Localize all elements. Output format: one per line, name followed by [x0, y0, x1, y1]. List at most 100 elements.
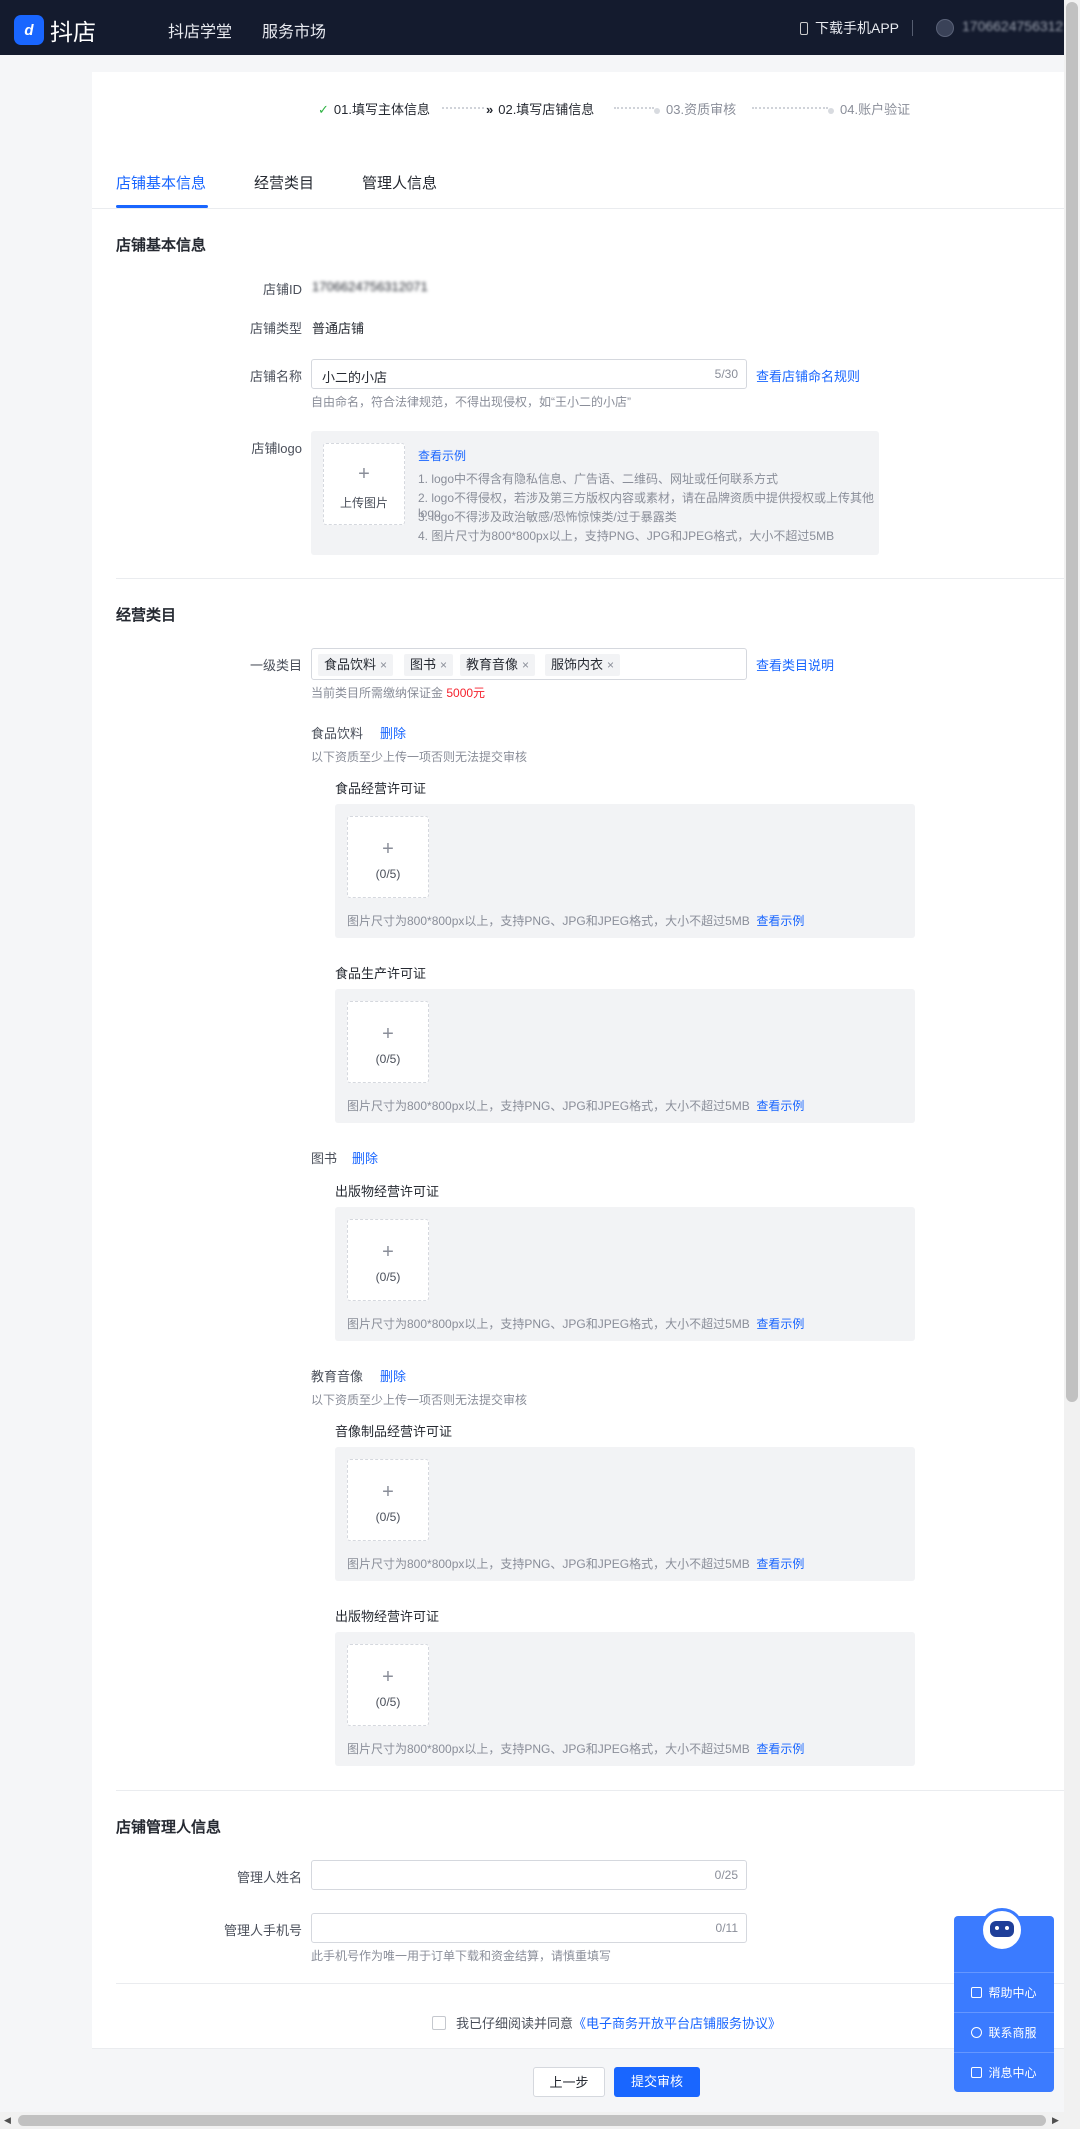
manager-phone-input[interactable]: 0/11	[311, 1913, 747, 1943]
plus-icon: +	[382, 1481, 394, 1503]
step-connector	[752, 107, 828, 109]
license-title: 出版物经营许可证	[335, 1184, 440, 1199]
upload-count: (0/5)	[375, 867, 401, 881]
license-example-link[interactable]: 查看示例	[756, 1557, 804, 1571]
license-spec: 图片尺寸为800*800px以上，支持PNG、JPG和JPEG格式，大小不超过5…	[347, 1099, 805, 1113]
tab-category[interactable]: 经营类目	[254, 172, 314, 193]
manager-name-input[interactable]: 0/25	[311, 1860, 747, 1890]
shop-name-label: 店铺名称	[249, 369, 302, 384]
logo-rule-4: 4. 图片尺寸为800*800px以上，支持PNG、JPG和JPEG格式，大小不…	[418, 529, 835, 543]
nav-item-academy[interactable]: 抖店学堂	[168, 18, 232, 42]
agreement-text: 我已仔细阅读并同意	[456, 2016, 574, 2031]
section-divider	[116, 1790, 1064, 1791]
at-least-one-hint: 以下资质至少上传一项否则无法提交审核	[311, 1393, 528, 1407]
help-center-button[interactable]: 帮助中心	[954, 1972, 1054, 2012]
manager-phone-hint: 此手机号作为唯一用于订单下载和资金结算，请慎重填写	[311, 1949, 612, 1963]
category-group-name: 教育音像	[311, 1369, 364, 1384]
logo-example-link[interactable]: 查看示例	[418, 447, 466, 464]
license-example-link[interactable]: 查看示例	[756, 1742, 804, 1756]
category-tag: 图书 ×	[404, 654, 454, 676]
download-app-link[interactable]: 下载手机APP	[800, 18, 899, 38]
headset-icon	[971, 2027, 983, 2038]
double-chevron-right-icon: »	[486, 102, 494, 117]
submit-review-button[interactable]: 提交审核	[614, 2067, 700, 2097]
level1-category-label: 一级类目	[249, 658, 302, 673]
check-icon: ✓	[318, 102, 329, 117]
header-divider	[912, 20, 913, 36]
shop-logo-label: 店铺logo	[251, 441, 302, 456]
deposit-hint: 当前类目所需缴纳保证金 5000元	[311, 686, 486, 700]
section-divider	[116, 578, 1064, 579]
logo[interactable]: d 抖店	[14, 13, 96, 47]
category-group-name: 图书	[311, 1151, 338, 1166]
close-icon[interactable]: ×	[380, 658, 387, 672]
logo-uploader[interactable]: + 上传图片	[323, 443, 405, 525]
upload-count: (0/5)	[375, 1052, 401, 1066]
license-uploader[interactable]: + (0/5)	[347, 1644, 429, 1726]
license-uploader[interactable]: + (0/5)	[347, 1219, 429, 1301]
scroll-left-arrow-icon[interactable]: ◀	[4, 2115, 11, 2126]
shop-type-value: 普通店铺	[312, 321, 365, 336]
manager-phone-label: 管理人手机号	[223, 1923, 302, 1938]
logo-rule-3: 3. logo不得涉及政治敏感/恐怖惊悚类/过于暴露类	[418, 510, 677, 524]
avatar[interactable]	[936, 19, 954, 37]
delete-category-button[interactable]: 删除	[380, 1366, 406, 1385]
prev-step-button[interactable]: 上一步	[533, 2067, 605, 2097]
shop-id-label: 店铺ID	[262, 282, 302, 297]
deposit-amount: 5000元	[446, 686, 486, 700]
nav-item-service-market[interactable]: 服务市场	[262, 18, 326, 42]
category-tag: 食品饮料 ×	[318, 654, 394, 676]
close-icon[interactable]: ×	[607, 658, 614, 672]
shop-id-value: 1706624756312071	[312, 279, 428, 294]
tabs-divider	[92, 208, 1064, 209]
step-1: ✓ 01.填写主体信息	[318, 102, 430, 117]
license-example-link[interactable]: 查看示例	[756, 1099, 804, 1113]
horizontal-scrollbar-thumb[interactable]	[18, 2115, 1046, 2126]
close-icon[interactable]: ×	[522, 658, 529, 672]
license-spec: 图片尺寸为800*800px以上，支持PNG、JPG和JPEG格式，大小不超过5…	[347, 914, 805, 928]
logo-upload-area: + 上传图片 查看示例 1. logo中不得含有隐私信息、广告语、二维码、网址或…	[311, 431, 879, 555]
license-example-link[interactable]: 查看示例	[756, 914, 804, 928]
license-title: 食品生产许可证	[335, 966, 427, 981]
vertical-scrollbar-thumb[interactable]	[1066, 2, 1078, 1402]
plus-icon: +	[382, 1023, 394, 1045]
plus-icon: +	[358, 463, 370, 485]
license-upload-area: + (0/5) 图片尺寸为800*800px以上，支持PNG、JPG和JPEG格…	[335, 989, 915, 1123]
category-explain-link[interactable]: 查看类目说明	[756, 655, 834, 674]
message-icon	[971, 2067, 983, 2078]
agreement-checkbox[interactable]	[432, 2015, 446, 2030]
top-navbar: d 抖店 抖店学堂 服务市场 下载手机APP 1706624756312	[0, 0, 1064, 55]
download-app-label: 下载手机APP	[815, 20, 900, 36]
close-icon[interactable]: ×	[440, 658, 447, 672]
delete-category-button[interactable]: 删除	[380, 723, 406, 742]
manager-name-counter: 0/25	[714, 1868, 738, 1882]
tab-manager[interactable]: 管理人信息	[362, 172, 437, 193]
category-tag: 教育音像 ×	[460, 654, 536, 676]
logo-text: 抖店	[50, 19, 96, 45]
manager-phone-counter: 0/11	[715, 1921, 738, 1935]
plus-icon: +	[382, 838, 394, 860]
license-uploader[interactable]: + (0/5)	[347, 1459, 429, 1541]
at-least-one-hint: 以下资质至少上传一项否则无法提交审核	[311, 750, 528, 764]
section-title-manager: 店铺管理人信息	[116, 1819, 222, 1836]
shop-name-input[interactable]: 小二的小店 5/30	[311, 359, 747, 389]
shop-name-value: 小二的小店	[322, 370, 388, 385]
category-select[interactable]: 食品饮料 × 图书 × 教育音像 × 服饰内衣 ×	[311, 648, 747, 680]
license-uploader[interactable]: + (0/5)	[347, 816, 429, 898]
shop-name-rule-link[interactable]: 查看店铺命名规则	[756, 366, 860, 385]
section-divider	[116, 1983, 1064, 1984]
license-example-link[interactable]: 查看示例	[756, 1317, 804, 1331]
license-spec: 图片尺寸为800*800px以上，支持PNG、JPG和JPEG格式，大小不超过5…	[347, 1557, 805, 1571]
delete-category-button[interactable]: 删除	[352, 1148, 378, 1167]
license-uploader[interactable]: + (0/5)	[347, 1001, 429, 1083]
scroll-right-arrow-icon[interactable]: ▶	[1052, 2115, 1059, 2126]
user-id[interactable]: 1706624756312	[962, 18, 1063, 34]
message-center-button[interactable]: 消息中心	[954, 2052, 1054, 2092]
contact-service-button[interactable]: 联系商服	[954, 2012, 1054, 2052]
category-group-name: 食品饮料	[311, 726, 364, 741]
plus-icon: +	[382, 1666, 394, 1688]
robot-assistant-icon[interactable]	[980, 1908, 1024, 1952]
agreement-link[interactable]: 《电子商务开放平台店铺服务协议》	[573, 2013, 781, 2032]
tab-basic-info[interactable]: 店铺基本信息	[116, 172, 206, 193]
license-upload-area: + (0/5) 图片尺寸为800*800px以上，支持PNG、JPG和JPEG格…	[335, 804, 915, 938]
